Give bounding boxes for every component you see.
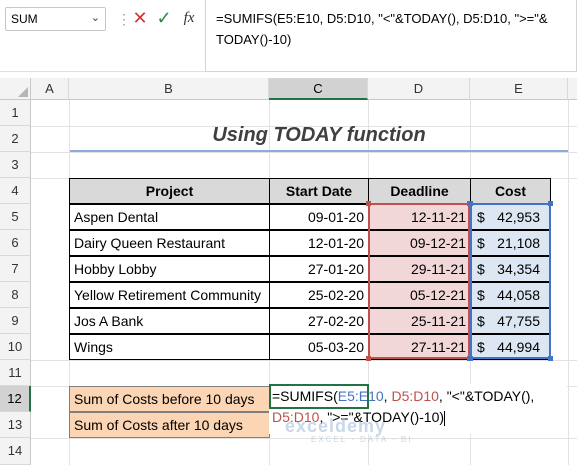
active-cell-border [269, 384, 369, 409]
cell-project[interactable]: Aspen Dental [69, 204, 270, 230]
column-header-row: A B C D E [0, 78, 577, 100]
insert-function-button[interactable]: fx [178, 7, 200, 29]
resize-handle[interactable] [548, 356, 553, 361]
column-header-c[interactable]: C [269, 78, 368, 100]
sheet-title: Using TODAY function [212, 124, 426, 146]
watermark-tagline: EXCEL · DATA · BI [311, 435, 413, 444]
formula-ref-deadline: D5:D10 [391, 388, 439, 404]
gridline [31, 152, 577, 153]
cell-start-date[interactable]: 05-03-20 [269, 334, 369, 360]
row-header-11[interactable]: 11 [0, 360, 31, 386]
column-header-e[interactable]: E [470, 78, 568, 100]
row-header-4[interactable]: 4 [0, 178, 31, 204]
cell-project[interactable]: Jos A Bank [69, 308, 270, 334]
column-header-d[interactable]: D [368, 78, 470, 100]
reference-range-deadline [366, 201, 472, 361]
row-header-12[interactable]: 12 [0, 386, 31, 412]
cell-project[interactable]: Dairy Queen Restaurant [69, 230, 270, 256]
cell-start-date[interactable]: 12-01-20 [269, 230, 369, 256]
gridline [31, 360, 577, 361]
reference-range-cost [468, 201, 553, 361]
select-all-button[interactable] [0, 78, 31, 100]
row-header-6[interactable]: 6 [0, 230, 31, 256]
resize-handle[interactable] [366, 356, 371, 361]
column-header-b[interactable]: B [69, 78, 269, 100]
header-deadline: Deadline [368, 178, 471, 204]
watermark-logo: exceldemy EXCEL · DATA · BI [285, 416, 505, 456]
column-header-a[interactable]: A [31, 78, 69, 100]
resize-handle[interactable] [468, 201, 473, 206]
formula-text: =SUMIFS(E5:E10, D5:D10, "<"&TODAY(), D5:… [216, 11, 548, 47]
row-header-7[interactable]: 7 [0, 256, 31, 282]
cell-project[interactable]: Hobby Lobby [69, 256, 270, 282]
cell-start-date[interactable]: 27-01-20 [269, 256, 369, 282]
cell-start-date[interactable]: 27-02-20 [269, 308, 369, 334]
name-box-value: SUM [11, 12, 38, 26]
gridline [568, 100, 569, 465]
formula-bar-grip-icon: ⋮ [117, 10, 131, 28]
resize-handle[interactable] [548, 201, 553, 206]
row-header-5[interactable]: 5 [0, 204, 31, 230]
row-header-2[interactable]: 2 [0, 126, 31, 152]
row-header-3[interactable]: 3 [0, 152, 31, 178]
resize-handle[interactable] [468, 356, 473, 361]
enter-button[interactable]: ✓ [154, 7, 174, 29]
formula-input[interactable]: =SUMIFS(E5:E10, D5:D10, "<"&TODAY(), D5:… [205, 0, 577, 72]
cell-start-date[interactable]: 25-02-20 [269, 282, 369, 308]
row-header-10[interactable]: 10 [0, 334, 31, 360]
watermark-brand: exceldemy [285, 416, 387, 436]
cancel-button[interactable]: ✕ [130, 7, 150, 29]
row-header-8[interactable]: 8 [0, 282, 31, 308]
cell-project[interactable]: Wings [69, 334, 270, 360]
title-underline [70, 150, 568, 152]
formula-part: , "<"&TODAY(), [438, 388, 535, 404]
row-header-13[interactable]: 13 [0, 412, 31, 438]
name-box[interactable]: SUM ⌄ [5, 7, 106, 31]
label-sum-after: Sum of Costs after 10 days [69, 412, 270, 438]
header-start-date: Start Date [269, 178, 369, 204]
row-header-9[interactable]: 9 [0, 308, 31, 334]
resize-handle[interactable] [366, 201, 371, 206]
label-sum-before: Sum of Costs before 10 days [69, 386, 270, 412]
chevron-down-icon[interactable]: ⌄ [91, 11, 100, 24]
row-header-14[interactable]: 14 [0, 438, 31, 465]
header-project: Project [69, 178, 270, 204]
row-header-1[interactable]: 1 [0, 100, 31, 126]
cell-start-date[interactable]: 09-01-20 [269, 204, 369, 230]
cell-project[interactable]: Yellow Retirement Community [69, 282, 270, 308]
header-cost: Cost [470, 178, 551, 204]
